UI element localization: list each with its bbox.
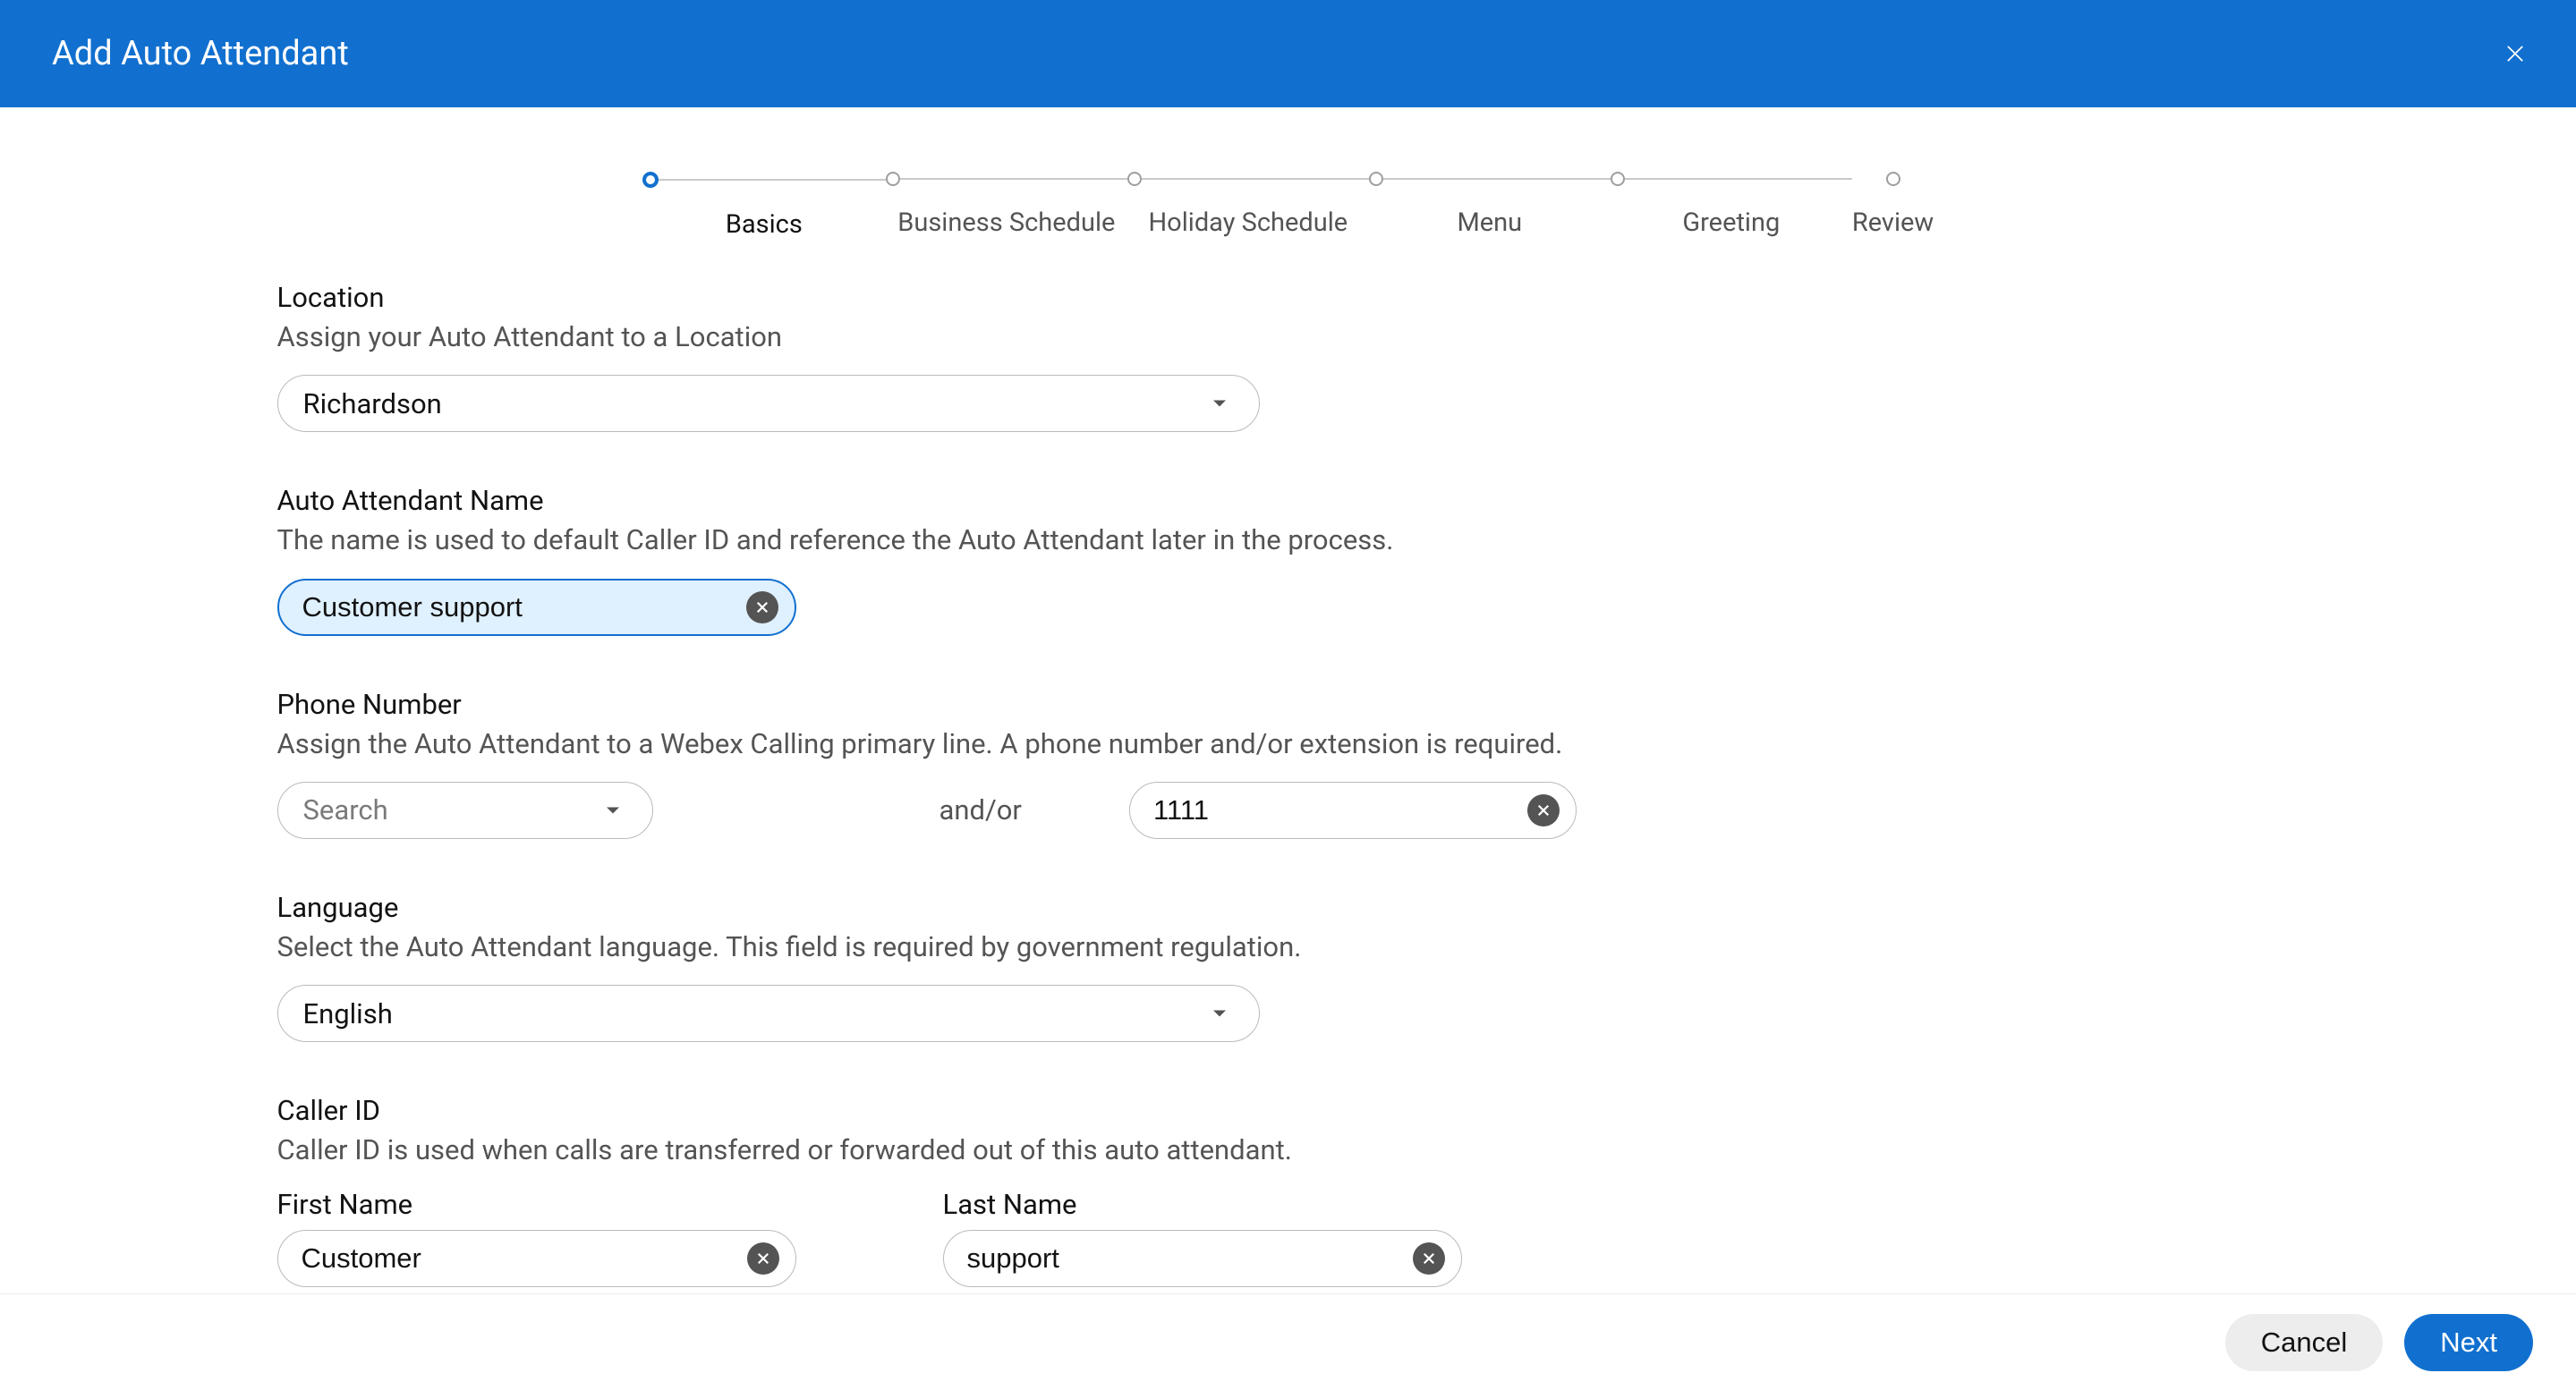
lastname-input-wrap	[943, 1230, 1462, 1287]
phone-number-select[interactable]: Search	[277, 782, 653, 839]
phone-search-placeholder: Search	[303, 793, 388, 826]
callerid-row: First Name Last Name	[277, 1188, 2300, 1287]
extension-clear-button[interactable]	[1527, 794, 1560, 826]
lastname-col: Last Name	[943, 1188, 1462, 1287]
step-business-schedule[interactable]: Business Schedule	[886, 172, 1127, 238]
step-label: Holiday Schedule	[1148, 208, 1348, 238]
name-input[interactable]	[302, 591, 746, 623]
chevron-down-icon	[1207, 391, 1232, 416]
close-button[interactable]	[2497, 36, 2533, 72]
stepper: Basics Business Schedule Holiday Schedul…	[0, 107, 2576, 275]
step-label: Business Schedule	[897, 208, 1115, 238]
step-basics[interactable]: Basics	[642, 172, 886, 240]
step-dot-icon	[1611, 172, 1625, 186]
firstname-clear-button[interactable]	[747, 1242, 779, 1275]
step-review[interactable]: Review	[1852, 172, 1934, 238]
firstname-input-wrap	[277, 1230, 796, 1287]
cancel-button[interactable]: Cancel	[2225, 1314, 2384, 1371]
add-auto-attendant-modal: Add Auto Attendant Basics Business Sched…	[0, 0, 2576, 1390]
chevron-down-icon	[1207, 1001, 1232, 1026]
step-holiday-schedule[interactable]: Holiday Schedule	[1127, 172, 1369, 238]
phone-section: Phone Number Assign the Auto Attendant t…	[277, 688, 2300, 839]
phone-desc: Assign the Auto Attendant to a Webex Cal…	[277, 726, 2300, 762]
firstname-input[interactable]	[302, 1242, 747, 1275]
step-label: Menu	[1457, 208, 1522, 238]
step-menu[interactable]: Menu	[1369, 172, 1611, 238]
firstname-col: First Name	[277, 1188, 796, 1287]
step-line	[1625, 178, 1852, 180]
close-icon	[755, 1250, 771, 1267]
modal-title: Add Auto Attendant	[52, 34, 349, 73]
name-label: Auto Attendant Name	[277, 484, 2300, 517]
step-line	[1383, 178, 1611, 180]
chevron-down-icon	[600, 798, 625, 823]
language-label: Language	[277, 891, 2300, 924]
andor-text: and/or	[939, 793, 1022, 826]
callerid-section: Caller ID Caller ID is used when calls a…	[277, 1094, 2300, 1287]
step-dot-icon	[1127, 172, 1142, 186]
close-icon	[1535, 802, 1552, 818]
close-icon	[1421, 1250, 1437, 1267]
modal-header: Add Auto Attendant	[0, 0, 2576, 107]
callerid-desc: Caller ID is used when calls are transfe…	[277, 1132, 2300, 1168]
content-wrap: Location Assign your Auto Attendant to a…	[0, 275, 2576, 1293]
language-desc: Select the Auto Attendant language. This…	[277, 929, 2300, 965]
step-line	[1142, 178, 1369, 180]
form-content[interactable]: Location Assign your Auto Attendant to a…	[277, 275, 2300, 1293]
phone-row: Search and/or	[277, 782, 2300, 839]
name-section: Auto Attendant Name The name is used to …	[277, 484, 2300, 635]
extension-input-wrap	[1129, 782, 1577, 839]
lastname-input[interactable]	[967, 1242, 1413, 1275]
next-button[interactable]: Next	[2404, 1314, 2533, 1371]
close-icon	[754, 599, 770, 615]
location-desc: Assign your Auto Attendant to a Location	[277, 319, 2300, 355]
lastname-clear-button[interactable]	[1413, 1242, 1445, 1275]
step-greeting[interactable]: Greeting	[1611, 172, 1852, 238]
phone-label: Phone Number	[277, 688, 2300, 721]
step-label: Review	[1852, 208, 1934, 238]
step-dot-icon	[1886, 172, 1900, 186]
location-section: Location Assign your Auto Attendant to a…	[277, 281, 2300, 432]
language-value: English	[303, 997, 393, 1030]
name-input-wrap	[277, 579, 796, 636]
location-value: Richardson	[303, 387, 442, 420]
step-dot-icon	[642, 172, 659, 188]
step-line	[659, 179, 886, 181]
modal-footer: Cancel Next	[0, 1293, 2576, 1390]
step-line	[900, 178, 1127, 180]
step-label: Greeting	[1682, 208, 1780, 238]
close-icon	[2503, 41, 2528, 66]
step-dot-icon	[1369, 172, 1383, 186]
callerid-label: Caller ID	[277, 1094, 2300, 1127]
step-label: Basics	[726, 209, 803, 240]
extension-input[interactable]	[1153, 794, 1527, 826]
name-desc: The name is used to default Caller ID an…	[277, 522, 2300, 558]
firstname-label: First Name	[277, 1188, 796, 1221]
location-select[interactable]: Richardson	[277, 375, 1260, 432]
step-dot-icon	[886, 172, 900, 186]
language-section: Language Select the Auto Attendant langu…	[277, 891, 2300, 1042]
language-select[interactable]: English	[277, 985, 1260, 1042]
name-clear-button[interactable]	[746, 591, 778, 623]
lastname-label: Last Name	[943, 1188, 1462, 1221]
location-label: Location	[277, 281, 2300, 314]
